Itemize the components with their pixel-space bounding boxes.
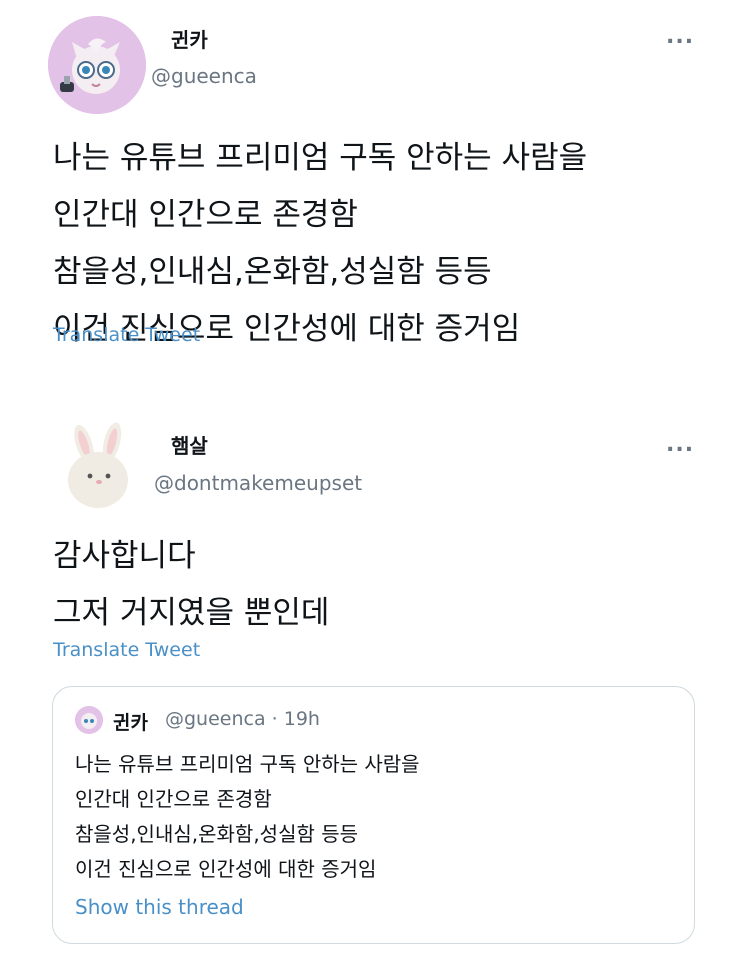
avatar-image <box>75 706 103 734</box>
quoted-tweet-text: 나는 유튜브 프리미엄 구독 안하는 사람을 인간대 인간으로 존경함 참을성,… <box>75 747 420 887</box>
quoted-avatar <box>75 706 103 734</box>
user-handle[interactable]: @gueenca <box>151 64 257 88</box>
tweet-text-line: 감사합니다 <box>53 538 196 574</box>
quoted-text-line: 인간대 인간으로 존경함 <box>75 787 272 811</box>
quoted-tweet-card[interactable]: 귄카 @gueenca · 19h 나는 유튜브 프리미엄 구독 안하는 사람을… <box>52 686 695 944</box>
tweet-original: 귄카 @gueenca ... 나는 유튜브 프리미엄 구독 안하는 사람을 인… <box>0 0 743 390</box>
user-handle[interactable]: @dontmakemeupset <box>154 471 362 495</box>
translate-tweet-link[interactable]: Translate Tweet <box>53 639 200 661</box>
quoted-text-line: 이건 진심으로 인간성에 대한 증거임 <box>75 857 377 881</box>
avatar-jigglypuff[interactable] <box>48 16 146 114</box>
quoted-text-line: 나는 유튜브 프리미엄 구독 안하는 사람을 <box>75 752 420 776</box>
display-name[interactable]: 햄살 <box>171 430 208 459</box>
translate-tweet-link[interactable]: Translate Tweet <box>53 324 200 346</box>
quoted-text-line: 참을성,인내심,온화함,성실함 등등 <box>75 822 359 846</box>
show-thread-link[interactable]: Show this thread <box>75 895 244 919</box>
quoted-handle-time: @gueenca · 19h <box>165 708 320 730</box>
avatar-bunny[interactable] <box>52 418 146 512</box>
avatar-image <box>52 418 146 512</box>
tweet-text-line: 참을성,인내심,온화함,성실함 등등 <box>53 254 492 290</box>
tweet-text-line: 인간대 인간으로 존경함 <box>53 197 358 233</box>
more-options-icon[interactable]: ... <box>666 432 694 457</box>
display-name[interactable]: 귄카 <box>171 24 208 53</box>
quoted-display-name: 귄카 <box>113 712 148 734</box>
more-options-icon[interactable]: ... <box>666 24 694 49</box>
tweet-text: 감사합니다 그저 거지였을 뿐인데 <box>53 528 329 642</box>
tweet-text-line: 그저 거지였을 뿐인데 <box>53 595 330 631</box>
tweet-text-line: 나는 유튜브 프리미엄 구독 안하는 사람을 <box>53 140 588 176</box>
avatar-image <box>48 16 146 114</box>
